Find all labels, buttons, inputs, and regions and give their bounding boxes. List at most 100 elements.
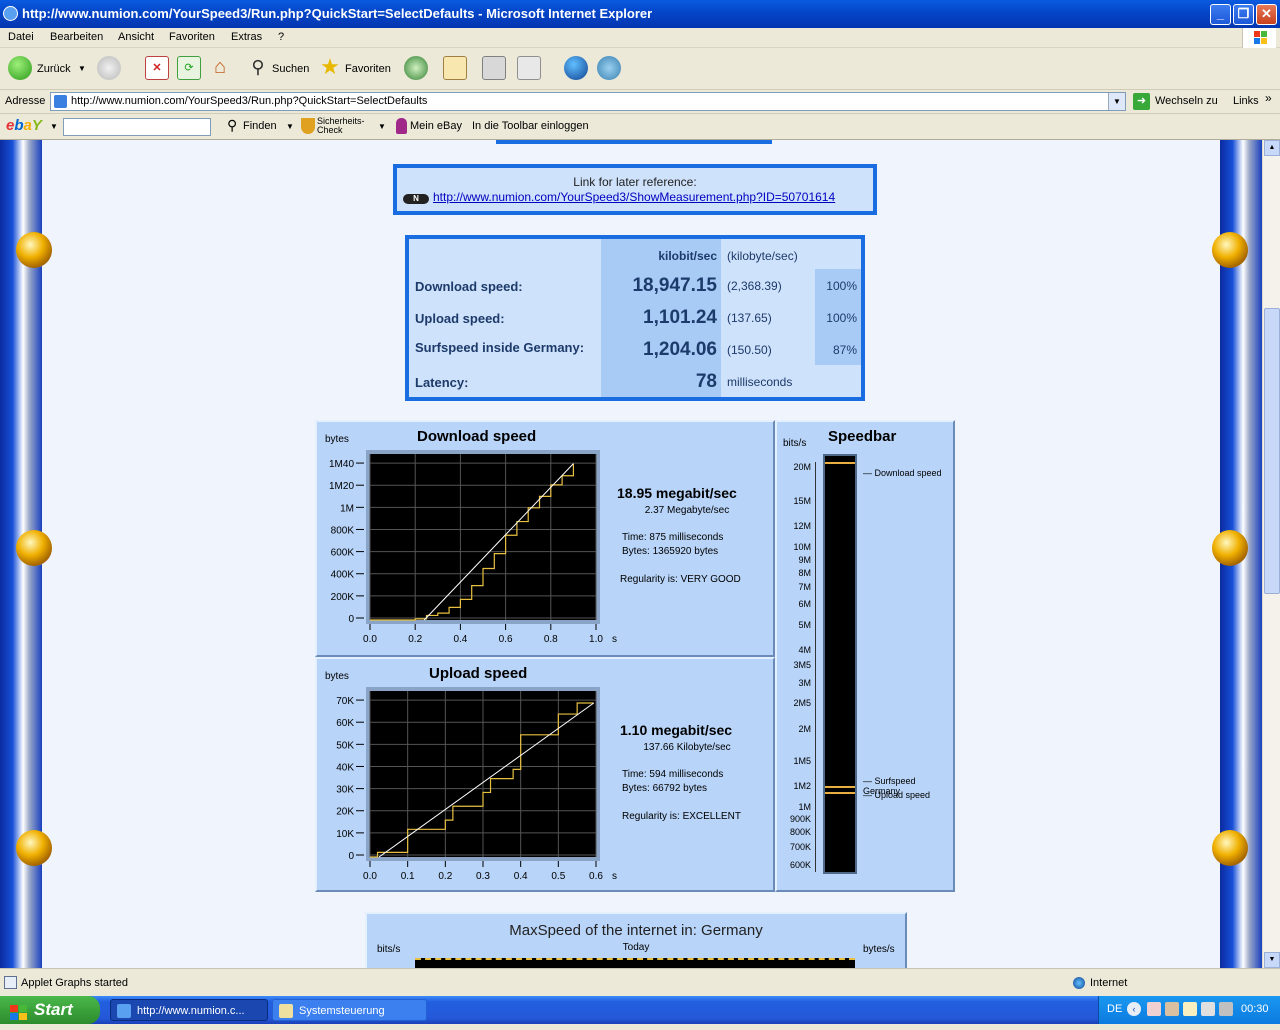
- task-ie-label: http://www.numion.c...: [137, 1005, 245, 1017]
- messenger-icon[interactable]: [597, 56, 621, 80]
- volume-icon[interactable]: [1219, 1002, 1233, 1016]
- tick-6M: 6M: [798, 599, 811, 609]
- y-tick-label: 0: [348, 851, 354, 862]
- download-kbit: 18,947.15: [632, 275, 717, 296]
- menu-help[interactable]: ?: [278, 31, 284, 43]
- page-content: Link for later reference: N http://www.n…: [0, 140, 1262, 968]
- task-ie[interactable]: http://www.numion.c...: [110, 999, 268, 1021]
- scrollbar-thumb[interactable]: [1264, 308, 1280, 594]
- x-tick-label: 0.8: [544, 634, 558, 645]
- search-icon[interactable]: ⚲: [246, 56, 270, 80]
- history-icon[interactable]: [404, 56, 428, 80]
- print-icon[interactable]: [482, 56, 506, 80]
- reference-link[interactable]: http://www.numion.com/YourSpeed3/ShowMea…: [433, 190, 835, 204]
- ebay-logo-icon[interactable]: ebaY: [6, 117, 42, 134]
- tick-4M: 4M: [798, 645, 811, 655]
- back-button[interactable]: Zurück: [37, 58, 71, 80]
- favorites-star-icon[interactable]: ★: [318, 56, 342, 80]
- y-tick-label: 50K: [336, 740, 354, 751]
- menu-favoriten[interactable]: Favoriten: [169, 31, 215, 43]
- tray-expand-icon[interactable]: ‹: [1127, 1002, 1141, 1016]
- magnifier-icon[interactable]: ⚲: [227, 117, 237, 134]
- ie-task-icon: [117, 1004, 131, 1018]
- language-indicator[interactable]: DE: [1107, 1003, 1122, 1015]
- address-label: Adresse: [5, 95, 46, 107]
- results-box: kilobit/sec (kilobyte/sec) Download spee…: [405, 235, 865, 401]
- latency-unit: milliseconds: [727, 375, 793, 389]
- surf-label: Surfspeed inside Germany:: [415, 340, 585, 355]
- ebay-search-input[interactable]: [63, 118, 211, 136]
- vertical-scrollbar[interactable]: ▲ ▼: [1262, 140, 1280, 968]
- scroll-down-icon[interactable]: ▼: [1264, 952, 1280, 968]
- maximize-button[interactable]: ❐: [1233, 4, 1254, 25]
- y-tick-label: 40K: [336, 762, 354, 773]
- windows-logo-icon: [1242, 28, 1276, 48]
- address-input[interactable]: http://www.numion.com/YourSpeed3/Run.php…: [50, 92, 1126, 111]
- x-tick-label: 0.4: [514, 871, 528, 882]
- zone-text: Internet: [1090, 977, 1128, 989]
- upload-panel: bytes Upload speed 0.0 0.1 0.2 0.3 0.4 0.5 0.6…: [315, 657, 775, 892]
- stop-icon[interactable]: ✕: [145, 56, 169, 80]
- tray-app-icon[interactable]: [1183, 1002, 1197, 1016]
- tray-app-icon[interactable]: [1147, 1002, 1161, 1016]
- security-check-button[interactable]: Sicherheits-Check: [317, 117, 373, 135]
- go-button[interactable]: Wechseln zu: [1155, 95, 1218, 107]
- kbit-header: kilobit/sec: [658, 249, 717, 263]
- forward-arrow-icon[interactable]: [97, 56, 121, 80]
- toolbar-login-button[interactable]: In die Toolbar einloggen: [472, 120, 589, 132]
- back-dropdown-icon[interactable]: ▼: [78, 58, 86, 80]
- my-ebay-button[interactable]: Mein eBay: [410, 120, 462, 132]
- menu-datei[interactable]: Datei: [8, 31, 34, 43]
- search-button[interactable]: Suchen: [272, 58, 309, 80]
- tick-8M: 8M: [798, 568, 811, 578]
- menu-extras[interactable]: Extras: [231, 31, 262, 43]
- tray-app-icon[interactable]: [1165, 1002, 1179, 1016]
- ornament-knob: [16, 830, 52, 866]
- favorites-button[interactable]: Favoriten: [345, 58, 391, 80]
- tick-2M: 2M: [798, 724, 811, 734]
- address-dropdown-icon[interactable]: ▼: [1108, 93, 1125, 110]
- ebay-dropdown-icon[interactable]: ▼: [50, 122, 58, 131]
- reference-box: Link for later reference: N http://www.n…: [393, 164, 877, 215]
- refresh-icon[interactable]: ⟳: [177, 56, 201, 80]
- x-tick-label: 1.0: [589, 634, 603, 645]
- download-time-text: Time: 875 milliseconds: [622, 532, 724, 543]
- mail-icon[interactable]: [443, 56, 467, 80]
- links-button[interactable]: Links: [1233, 95, 1259, 107]
- tray-app-icon[interactable]: [1201, 1002, 1215, 1016]
- close-button[interactable]: ✕: [1256, 4, 1277, 25]
- status-text: Applet Graphs started: [21, 977, 129, 989]
- edit-icon[interactable]: [517, 56, 541, 80]
- ornament-knob: [1212, 830, 1248, 866]
- tick-1M: 1M: [798, 802, 811, 812]
- home-icon[interactable]: ⌂: [208, 56, 232, 80]
- download-mbyte-text: 2.37 Megabyte/sec: [644, 505, 730, 516]
- x-tick-label: 0.2: [438, 871, 452, 882]
- links-chevron-icon[interactable]: »: [1265, 91, 1272, 105]
- menu-ansicht[interactable]: Ansicht: [118, 31, 154, 43]
- menu-bearbeiten[interactable]: Bearbeiten: [50, 31, 103, 43]
- surf-kbit: 1,204.06: [643, 339, 717, 360]
- download-kbyte: (2,368.39): [727, 279, 782, 293]
- go-arrow-icon[interactable]: ➜: [1133, 93, 1150, 110]
- y-tick-label: 1M20: [329, 481, 354, 492]
- upload-marker: [825, 792, 855, 794]
- ebay-find-button[interactable]: Finden: [243, 120, 277, 132]
- user-icon: [396, 118, 407, 134]
- y-tick-label: 20K: [336, 807, 354, 818]
- tick-12M: 12M: [793, 521, 811, 531]
- download-speed-text: 18.95 megabit/sec: [617, 485, 737, 501]
- ornament-knob: [16, 232, 52, 268]
- scroll-up-icon[interactable]: ▲: [1264, 140, 1280, 156]
- x-tick-label: 0.1: [401, 871, 415, 882]
- tick-15M: 15M: [793, 496, 811, 506]
- task-control-panel[interactable]: Systemsteuerung: [272, 999, 427, 1021]
- start-button[interactable]: Start: [0, 996, 100, 1024]
- back-arrow-icon[interactable]: [8, 56, 32, 80]
- task-control-panel-label: Systemsteuerung: [299, 1005, 385, 1017]
- globe-icon[interactable]: [564, 56, 588, 80]
- minimize-button[interactable]: _: [1210, 4, 1231, 25]
- x-unit-label: seconds: [612, 871, 617, 882]
- find-dropdown-icon[interactable]: ▼: [286, 122, 294, 131]
- security-dropdown-icon[interactable]: ▼: [378, 122, 386, 131]
